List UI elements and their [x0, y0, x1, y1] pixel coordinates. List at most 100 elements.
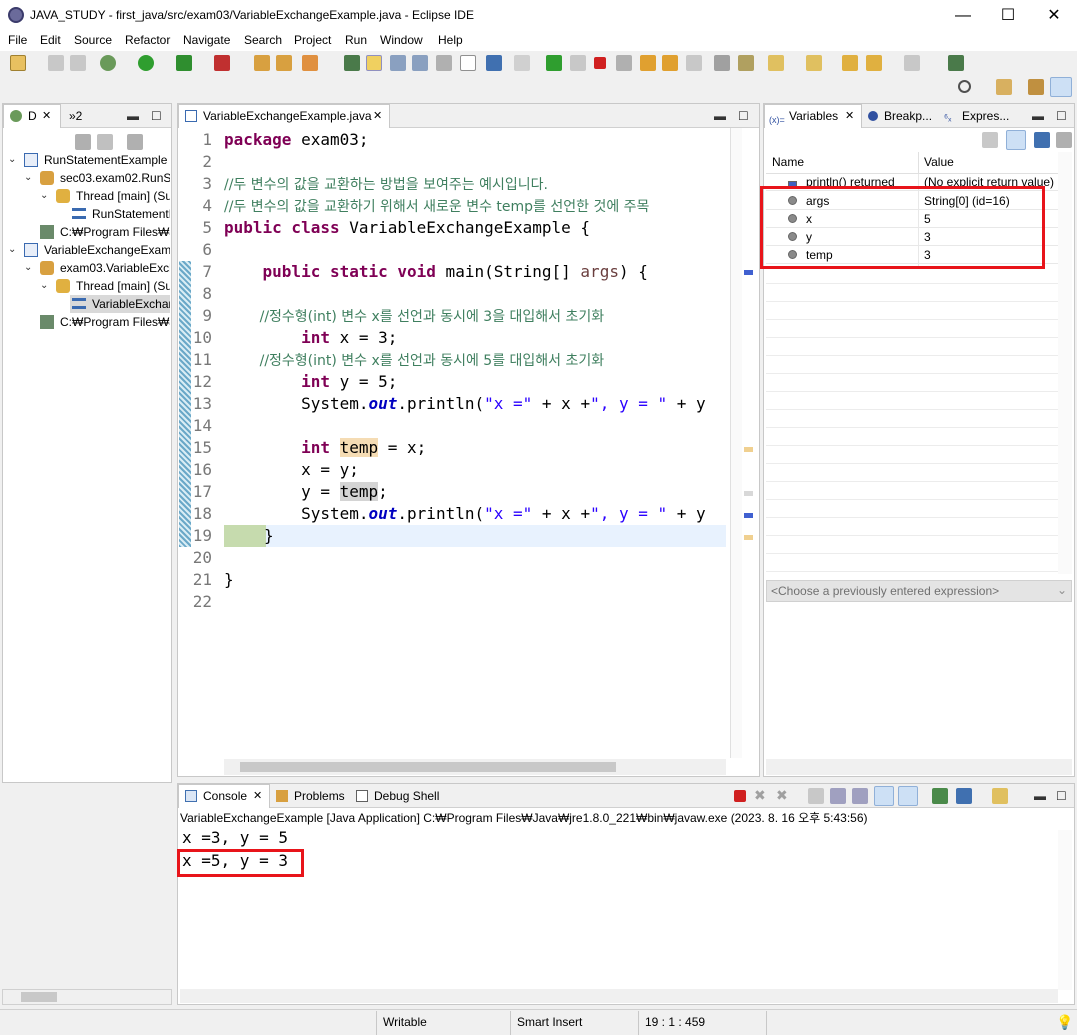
code-line[interactable]: //두 변수의 값을 교환하는 방법을 보여주는 예시입니다.: [224, 174, 726, 194]
view-menu-icon[interactable]: [1056, 132, 1072, 148]
code-line[interactable]: y = temp;: [224, 482, 388, 501]
menu-search[interactable]: Search: [244, 33, 282, 47]
close-icon[interactable]: ✕: [253, 785, 262, 807]
code-line[interactable]: package exam03;: [224, 130, 369, 149]
close-icon[interactable]: ✕: [42, 105, 51, 127]
word-wrap-icon[interactable]: [852, 788, 868, 804]
tree-item[interactable]: C:₩Program Files₩Ja: [6, 313, 170, 331]
save-icon[interactable]: [48, 55, 64, 71]
step-into-icon[interactable]: [640, 55, 656, 71]
open-console-icon[interactable]: [992, 788, 1008, 804]
show-console-stdout-icon[interactable]: [874, 786, 894, 806]
external-tools-icon[interactable]: [214, 55, 230, 71]
minimize-icon[interactable]: ▬: [1032, 109, 1044, 123]
tab-overflow[interactable]: »2: [61, 107, 82, 127]
display-console-icon[interactable]: [956, 788, 972, 804]
minimize-button[interactable]: —: [940, 0, 986, 31]
tree-item[interactable]: ⌄ VariableExchangeExamp: [6, 241, 170, 259]
lightbulb-icon[interactable]: 💡: [1056, 1014, 1073, 1031]
menu-project[interactable]: Project: [294, 33, 331, 47]
remove-terminated-icon[interactable]: [97, 134, 113, 150]
debug-perspective-icon[interactable]: [1050, 77, 1072, 97]
code-line[interactable]: public class VariableExchangeExample {: [224, 218, 590, 237]
code-line[interactable]: public static void main(String[] args) {: [224, 262, 648, 281]
tab-debug[interactable]: D ✕: [3, 104, 61, 128]
back-icon[interactable]: [866, 55, 882, 71]
menu-window[interactable]: Window: [380, 33, 423, 47]
open-folder-icon[interactable]: [276, 55, 292, 71]
code-line[interactable]: }: [264, 526, 274, 545]
mark-occurrences-icon[interactable]: [366, 55, 382, 71]
view-menu-icon[interactable]: [127, 134, 143, 150]
code-line[interactable]: System.out.println("x =" + x +", y = " +…: [224, 394, 726, 413]
open-type-icon[interactable]: [254, 55, 270, 71]
menu-navigate[interactable]: Navigate: [183, 33, 230, 47]
menu-help[interactable]: Help: [438, 33, 463, 47]
scroll-thumb[interactable]: [240, 762, 616, 772]
minimize-icon[interactable]: ▬: [127, 109, 139, 123]
layout-icon[interactable]: [1034, 132, 1050, 148]
expression-dropdown[interactable]: <Choose a previously entered expression>…: [766, 580, 1072, 602]
column-value[interactable]: Value: [924, 155, 954, 169]
drop-to-frame-icon[interactable]: [714, 55, 730, 71]
code-line[interactable]: System.out.println("x =" + x +", y = " +…: [224, 504, 726, 523]
maximize-icon[interactable]: ☐: [1056, 109, 1067, 123]
forward-icon[interactable]: [904, 55, 920, 71]
debug-icon[interactable]: [100, 55, 116, 71]
console-scrollbar[interactable]: [1058, 830, 1072, 990]
minimize-icon[interactable]: ▬: [714, 109, 726, 123]
tree-item[interactable]: ⌄ sec03.exam02.RunSt: [6, 169, 170, 187]
clear-console-icon[interactable]: [808, 788, 824, 804]
code-line[interactable]: //정수형(int) 변수 x를 선언과 동시에 5를 대입해서 초기화: [224, 350, 726, 370]
save-all-icon[interactable]: [70, 55, 86, 71]
variables-horizontal-scrollbar[interactable]: [766, 759, 1072, 775]
menu-edit[interactable]: Edit: [40, 33, 61, 47]
close-button[interactable]: ✕: [1031, 0, 1077, 31]
code-line[interactable]: //두 변수의 값을 교환하기 위해서 새로운 변수 temp를 선언한 것에 …: [224, 196, 726, 216]
show-type-names-icon[interactable]: [1006, 130, 1026, 150]
tab-problems[interactable]: Problems: [274, 787, 345, 807]
column-name[interactable]: Name: [772, 155, 804, 169]
open-perspective-icon[interactable]: [996, 79, 1012, 95]
coverage-icon[interactable]: [176, 55, 192, 71]
pin-editor-icon[interactable]: [948, 55, 964, 71]
previous-edit-icon[interactable]: [806, 55, 822, 71]
tree-item[interactable]: RunStatementE: [6, 205, 170, 223]
maximize-icon[interactable]: ☐: [1056, 789, 1067, 803]
pin-console-icon[interactable]: [932, 788, 948, 804]
maximize-icon[interactable]: ☐: [151, 109, 162, 123]
close-icon[interactable]: ✕: [373, 105, 382, 127]
menu-source[interactable]: Source: [74, 33, 112, 47]
skip-breakpoints-icon[interactable]: [514, 55, 530, 71]
java-perspective-icon[interactable]: [1028, 79, 1044, 95]
maximize-button[interactable]: ☐: [985, 0, 1031, 31]
remove-launch-icon[interactable]: ✖: [754, 787, 766, 804]
code-line[interactable]: int x = 3;: [224, 328, 397, 347]
use-step-filters-icon[interactable]: [738, 55, 754, 71]
code-line[interactable]: int temp = x;: [224, 438, 426, 457]
remove-all-icon[interactable]: ✖: [776, 787, 788, 804]
tab-debug-shell[interactable]: Debug Shell: [354, 787, 439, 807]
tree-item[interactable]: C:₩Program Files₩Ja: [6, 223, 170, 241]
editor-horizontal-scrollbar[interactable]: [224, 759, 726, 775]
run-icon[interactable]: [138, 55, 154, 71]
search-tool-icon[interactable]: [302, 55, 318, 71]
suspend-icon[interactable]: [570, 55, 586, 71]
scroll-lock-icon[interactable]: [830, 788, 846, 804]
tree-item[interactable]: ⌄ Thread [main] (Su: [6, 277, 170, 295]
collapse-all-icon[interactable]: [982, 132, 998, 148]
console-horizontal-scrollbar[interactable]: [180, 989, 1058, 1003]
last-edit-location-icon[interactable]: [842, 55, 858, 71]
resume-icon[interactable]: [546, 55, 562, 71]
console-icon[interactable]: [486, 55, 502, 71]
tree-item-selected[interactable]: VariableExchar: [70, 295, 170, 313]
show-whitespace-icon[interactable]: [436, 55, 452, 71]
next-annotation-icon[interactable]: [412, 55, 428, 71]
variables-scrollbar[interactable]: [1058, 152, 1072, 574]
code-line[interactable]: //정수형(int) 변수 x를 선언과 동시에 3을 대입해서 초기화: [224, 306, 726, 326]
step-over-icon[interactable]: [662, 55, 678, 71]
minimize-icon[interactable]: ▬: [1034, 789, 1046, 803]
maximize-icon[interactable]: ☐: [738, 109, 749, 123]
tab-console[interactable]: Console ✕: [178, 784, 270, 808]
code-line[interactable]: }: [224, 570, 234, 589]
